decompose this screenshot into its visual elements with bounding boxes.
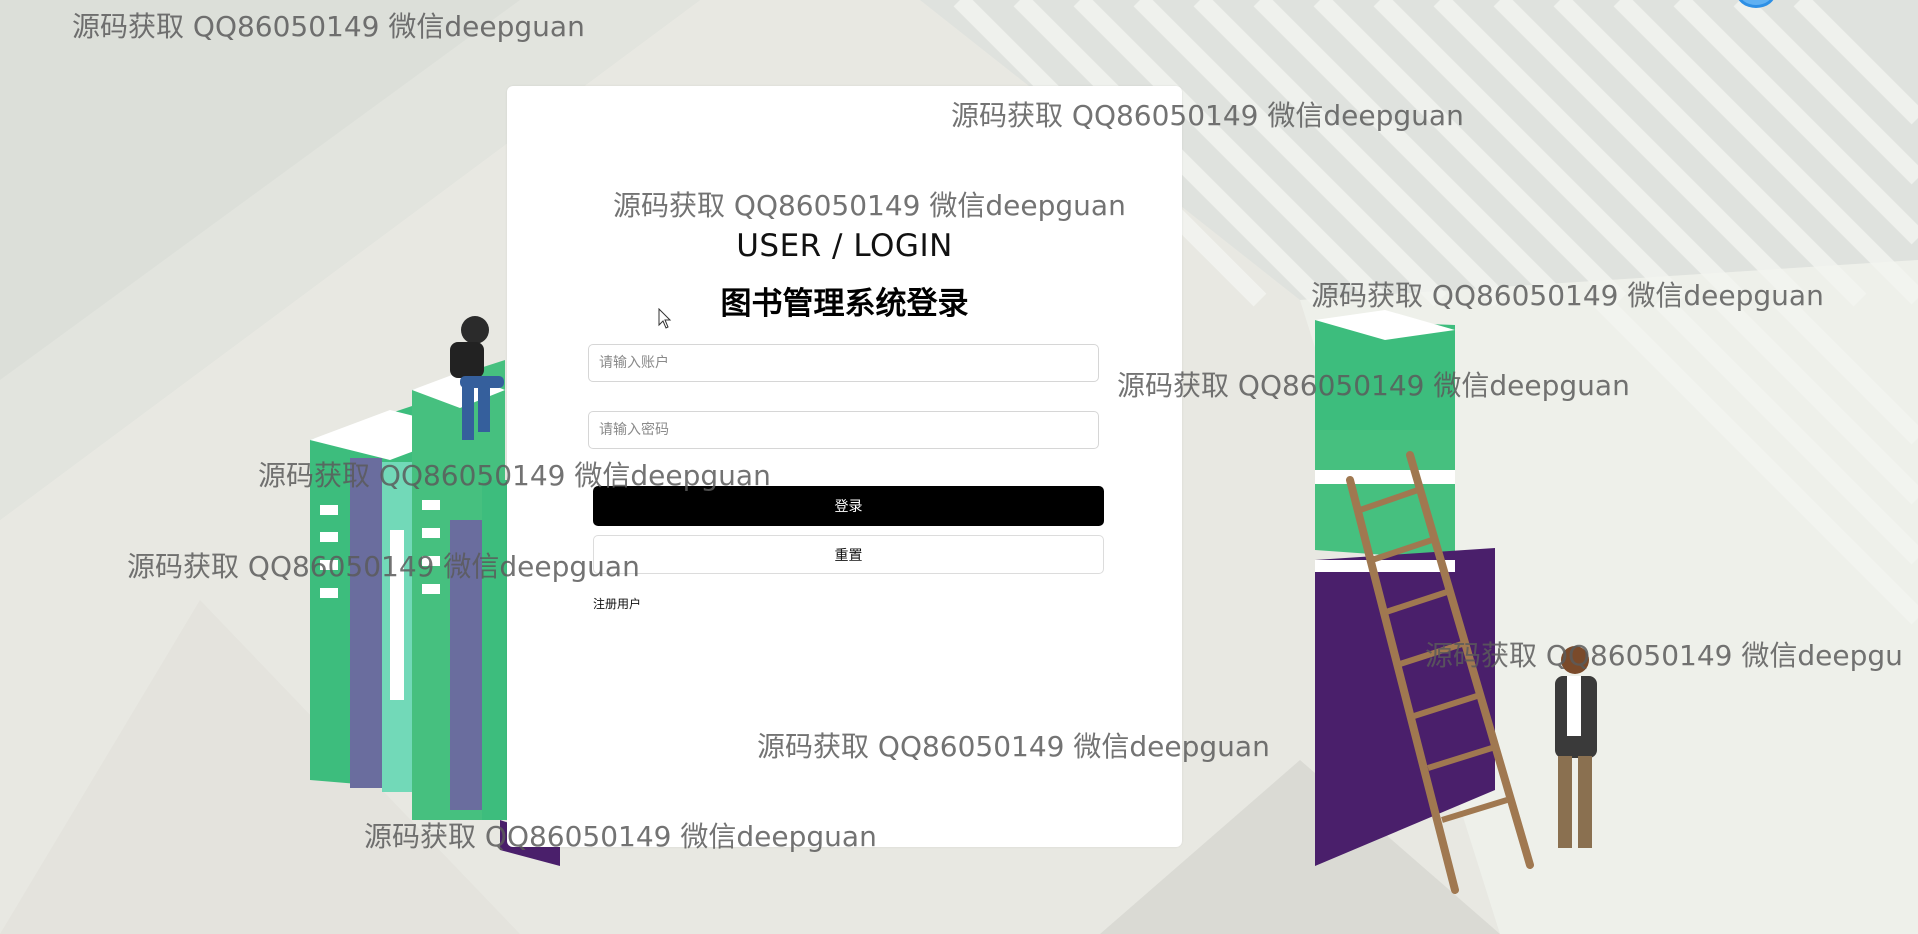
login-card: USER / LOGIN 图书管理系统登录 登录 重置 注册用户	[507, 86, 1182, 847]
login-page: USER / LOGIN 图书管理系统登录 登录 重置 注册用户 源码获取 QQ…	[0, 0, 1918, 934]
login-title-cn: 图书管理系统登录	[720, 286, 969, 322]
login-button[interactable]: 登录	[593, 486, 1104, 526]
register-link[interactable]: 注册用户	[593, 595, 641, 612]
corner-badge-icon	[1738, 0, 1774, 8]
username-input[interactable]	[588, 344, 1099, 382]
reset-button[interactable]: 重置	[593, 535, 1104, 574]
mouse-cursor-icon	[658, 308, 672, 329]
login-title-en: USER / LOGIN	[736, 228, 953, 264]
password-input[interactable]	[588, 411, 1099, 449]
